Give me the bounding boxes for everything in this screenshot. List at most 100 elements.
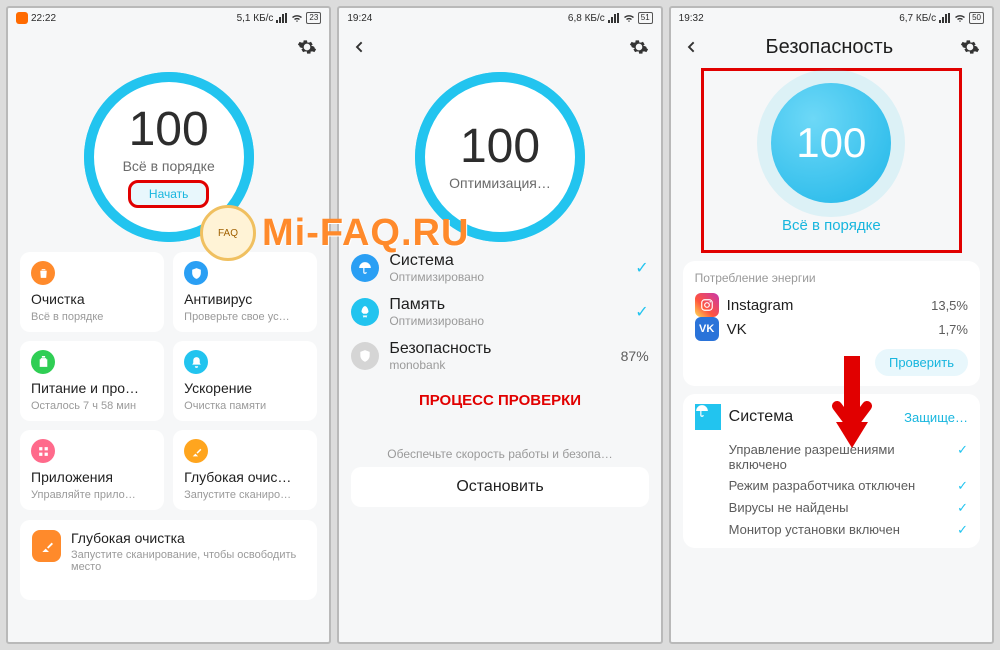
- wifi-icon: [954, 12, 966, 24]
- check-button[interactable]: Проверить: [875, 349, 968, 376]
- page-title: Безопасность: [699, 36, 960, 59]
- app-name: VK: [727, 321, 931, 338]
- gear-icon[interactable]: [960, 37, 980, 57]
- tile-title: Приложения: [31, 469, 153, 485]
- score-subtitle: Всё в порядке: [782, 217, 881, 234]
- promo-card[interactable]: Глубокая очистка Запустите сканирование,…: [20, 520, 317, 600]
- score-disc: 100: [771, 83, 891, 203]
- score-area: 100 Оптимизация…: [339, 66, 660, 242]
- system-card[interactable]: Система Защище… Управление разрешениями …: [683, 394, 980, 548]
- item-sub: Оптимизировано: [389, 270, 625, 284]
- bell-icon: [184, 350, 208, 374]
- shield-icon: [351, 342, 379, 370]
- tile-sub: Управляйте прило…: [31, 489, 153, 501]
- tile-shield[interactable]: Антивирус Проверьте свое ус…: [173, 252, 317, 332]
- tile-title: Антивирус: [184, 291, 306, 307]
- tile-trash[interactable]: Очистка Всё в порядке: [20, 252, 164, 332]
- gear-icon[interactable]: [629, 37, 649, 57]
- bullet-item: Управление разрешениями включено✓: [729, 442, 968, 472]
- check-icon: ✓: [957, 522, 968, 538]
- score-area-highlight: 100 Всё в порядке: [701, 68, 962, 253]
- signal-icon: [939, 13, 951, 23]
- battery-icon: [31, 350, 55, 374]
- item-sub: monobank: [389, 358, 610, 372]
- tile-sub: Проверьте свое ус…: [184, 311, 306, 323]
- energy-card: Потребление энергии Instagram13,5%VKVK1,…: [683, 261, 980, 386]
- gear-icon[interactable]: [297, 37, 317, 57]
- status-net-speed: 5,1 КБ/с: [237, 13, 274, 24]
- tile-title: Очистка: [31, 291, 153, 307]
- promo-sub: Запустите сканирование, чтобы освободить…: [71, 549, 305, 573]
- signal-icon: [276, 13, 288, 23]
- footer-note: Обеспечьте скорость работы и безопа…: [339, 447, 660, 461]
- shield-icon: [184, 261, 208, 285]
- trash-icon: [31, 261, 55, 285]
- header-row: Безопасность: [671, 28, 992, 66]
- check-icon: ✓: [957, 442, 968, 458]
- apps-icon: [31, 439, 55, 463]
- wifi-icon: [623, 12, 635, 24]
- item-title: Память: [389, 296, 625, 314]
- status-time: 22:22: [31, 13, 56, 24]
- score-ring: 100 Всё в порядке Начать: [84, 72, 254, 242]
- score-value: 100: [123, 106, 215, 154]
- score-ring: 100 Оптимизация…: [415, 72, 585, 242]
- optimize-list: СистемаОптимизировано✓ПамятьОптимизирова…: [339, 242, 660, 372]
- item-title: Безопасность: [389, 340, 610, 358]
- status-battery: 51: [638, 12, 653, 24]
- energy-head: Потребление энергии: [695, 271, 968, 285]
- tiles-grid: Очистка Всё в порядке Антивирус Проверьте с…: [8, 242, 329, 510]
- score-subtitle: Всё в порядке: [123, 158, 215, 174]
- tile-battery[interactable]: Питание и про… Осталось 7 ч 58 мин: [20, 341, 164, 421]
- bullet-item: Вирусы не найдены✓: [729, 500, 968, 516]
- promo-title: Глубокая очистка: [71, 530, 305, 546]
- back-icon[interactable]: [683, 39, 699, 55]
- instagram-icon: [695, 293, 719, 317]
- umbrella-icon: [351, 254, 379, 282]
- status-bar: 19:24 6,8 КБ/с 51: [339, 8, 660, 28]
- rocket-icon: [351, 298, 379, 326]
- system-bullet-list: Управление разрешениями включено✓Режим р…: [695, 442, 968, 538]
- bullet-item: Монитор установки включен✓: [729, 522, 968, 538]
- status-time: 19:24: [347, 13, 372, 24]
- status-bar: 22:22 5,1 КБ/с 23: [8, 8, 329, 28]
- app-name: Instagram: [727, 297, 923, 314]
- percent-value: 87%: [621, 348, 649, 364]
- check-icon: ✓: [635, 302, 648, 322]
- energy-row[interactable]: Instagram 13,5%: [695, 293, 968, 317]
- status-bar: 19:32 6,7 КБ/с 50: [671, 8, 992, 28]
- caption-process: ПРОЦЕСС ПРОВЕРКИ: [339, 392, 660, 409]
- status-time: 19:32: [679, 13, 704, 24]
- tile-bell[interactable]: УскорениеОчистка памяти: [173, 341, 317, 421]
- score-subtitle: Оптимизация…: [449, 175, 551, 191]
- tile-sub: Осталось 7 ч 58 мин: [31, 400, 153, 412]
- score-value: 100: [449, 123, 551, 171]
- back-icon[interactable]: [351, 39, 367, 55]
- score-value: 100: [796, 119, 866, 167]
- start-button[interactable]: Начать: [128, 180, 210, 208]
- header-row: [339, 28, 660, 66]
- phone-screen-3: 19:32 6,7 КБ/с 50 Безопасность 100 Всё в…: [669, 6, 994, 644]
- list-item[interactable]: ПамятьОптимизировано✓: [351, 296, 648, 328]
- energy-row[interactable]: VK VK 1,7%: [695, 317, 968, 341]
- mi-badge-icon: [16, 12, 28, 24]
- list-item[interactable]: СистемаОптимизировано✓: [351, 252, 648, 284]
- tile-sub: Всё в порядке: [31, 311, 153, 323]
- list-item[interactable]: Безопасностьmonobank 87%: [351, 340, 648, 372]
- broom-icon: [32, 530, 61, 562]
- stop-button[interactable]: Остановить: [351, 467, 648, 507]
- tile-title: Питание и про…: [31, 380, 153, 396]
- vk-icon: VK: [695, 317, 719, 341]
- tile-title: Глубокая очис…: [184, 469, 306, 485]
- tile-sub: Запустите сканиро…: [184, 489, 306, 501]
- status-battery: 23: [306, 12, 321, 24]
- app-percent: 13,5%: [931, 298, 968, 313]
- tile-broom[interactable]: Глубокая очис… Запустите сканиро…: [173, 430, 317, 510]
- tile-apps[interactable]: Приложения Управляйте прило…: [20, 430, 164, 510]
- umbrella-icon: [695, 404, 721, 430]
- status-net-speed: 6,7 КБ/с: [899, 13, 936, 24]
- status-net-speed: 6,8 КБ/с: [568, 13, 605, 24]
- check-icon: ✓: [957, 500, 968, 516]
- wifi-icon: [291, 12, 303, 24]
- app-percent: 1,7%: [938, 322, 968, 337]
